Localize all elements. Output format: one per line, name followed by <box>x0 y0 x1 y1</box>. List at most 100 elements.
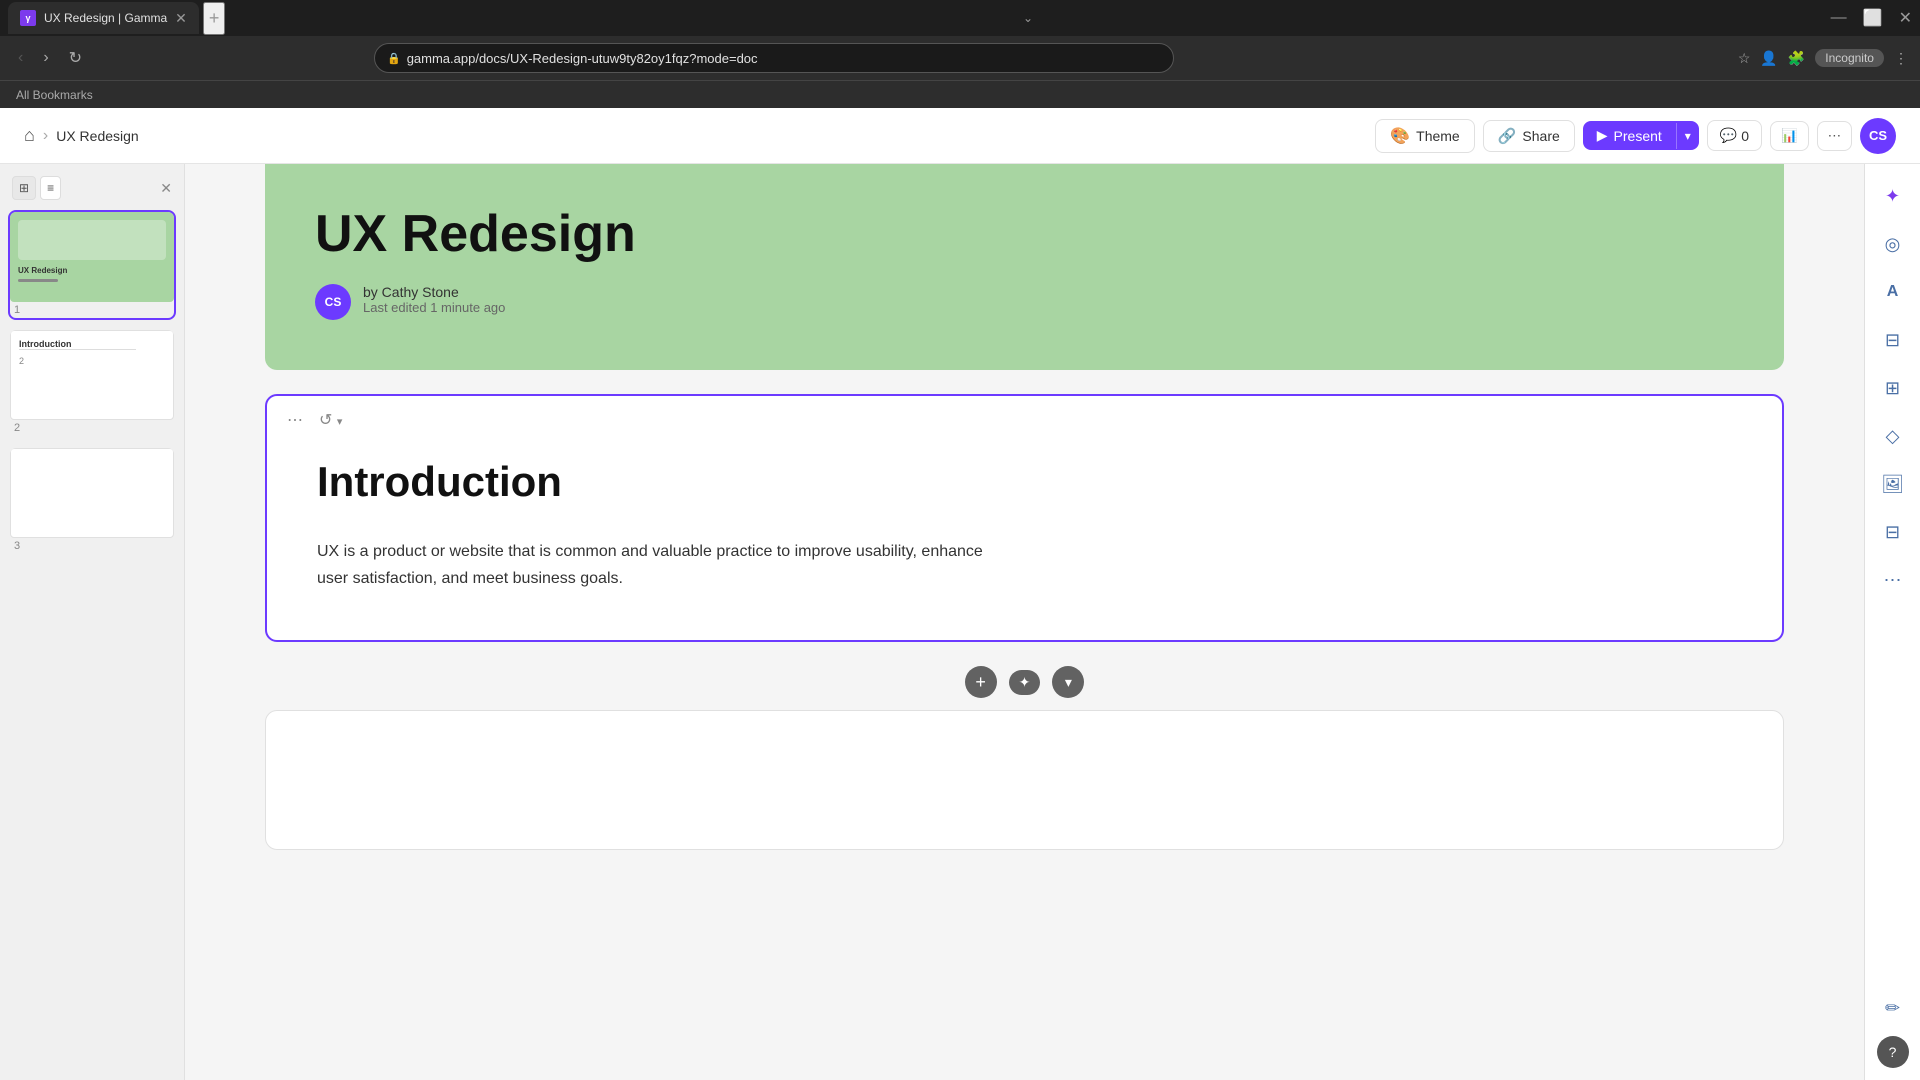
share-button[interactable]: 🔗 Share <box>1483 120 1575 152</box>
chevron-down-icon: ▾ <box>1065 674 1072 691</box>
maximize-button[interactable]: ⬜ <box>1863 8 1883 28</box>
slide-3-preview <box>10 448 174 538</box>
slide-2-thumb-title: Introduction <box>19 339 165 349</box>
card-heading: Introduction <box>317 458 1732 506</box>
more-icon: ⋯ <box>1828 128 1841 143</box>
reload-button[interactable]: ↻ <box>63 44 88 72</box>
plus-icon: + <box>975 672 986 693</box>
help-icon: ? <box>1889 1044 1897 1060</box>
slide-thumbnail-3[interactable]: 3 <box>8 446 176 556</box>
share-icon: 🔗 <box>1498 127 1517 145</box>
format-icon: ◎ <box>1885 234 1901 255</box>
browser-tab[interactable]: γ UX Redesign | Gamma ✕ <box>8 2 199 34</box>
slide-thumbnail-2[interactable]: Introduction 2 2 <box>8 328 176 438</box>
more-tool-button[interactable]: ⋯ <box>1873 560 1913 600</box>
new-tab-button[interactable]: + <box>203 2 226 35</box>
ssl-lock-icon: 🔒 <box>387 52 401 65</box>
author-name: by Cathy Stone <box>363 284 505 300</box>
document-title: UX Redesign <box>315 204 1734 264</box>
card-add-toolbar: + ✦ ▾ <box>185 666 1864 698</box>
play-icon: ▶ <box>1597 127 1608 144</box>
content-scroll: UX Redesign CS by Cathy Stone Last edite… <box>185 164 1864 890</box>
slide-2-thumb-line <box>19 349 136 350</box>
expand-button[interactable]: ▾ <box>1052 666 1084 698</box>
theme-button[interactable]: 🎨 Theme <box>1375 119 1475 153</box>
introduction-card: ⋯ ↺ ▾ Introduction UX is a product or we… <box>265 394 1784 642</box>
layout-tool-button[interactable]: ⊞ <box>1873 368 1913 408</box>
bookmarks-label: All Bookmarks <box>16 88 93 102</box>
share-label: Share <box>1522 128 1559 144</box>
add-card-button[interactable]: + <box>965 666 997 698</box>
forward-button[interactable]: › <box>37 45 54 71</box>
slide-3-number: 3 <box>10 538 174 554</box>
slide-1-thumb-title: UX Redesign <box>18 266 166 275</box>
image-icon: 🖼 <box>1881 474 1904 495</box>
analytics-button[interactable]: 📊 <box>1770 121 1809 151</box>
ai-tool-button[interactable]: ✦ <box>1873 176 1913 216</box>
move-icon: ✦ <box>1019 674 1031 691</box>
ai-icon: ✦ <box>1885 186 1900 207</box>
table-tool-button[interactable]: ⊟ <box>1873 512 1913 552</box>
shape-icon: ◇ <box>1886 426 1900 447</box>
sidebar-view-buttons: ⊞ ≡ <box>12 176 61 200</box>
comment-icon: 💬 <box>1720 127 1737 144</box>
url-text: gamma.app/docs/UX-Redesign-utuw9ty82oy1f… <box>407 51 758 66</box>
home-icon[interactable]: ⌂ <box>24 125 35 146</box>
close-tab-button[interactable]: ✕ <box>175 10 187 27</box>
extensions-icon[interactable]: 🧩 <box>1788 50 1805 67</box>
comment-count: 0 <box>1741 128 1749 144</box>
theme-icon: 🎨 <box>1390 126 1410 146</box>
comment-button[interactable]: 💬 0 <box>1707 120 1762 151</box>
profile-icon[interactable]: 👤 <box>1760 50 1777 67</box>
breadcrumb-separator: › <box>43 127 48 145</box>
grid-view-button[interactable]: ⊞ <box>12 176 36 200</box>
present-chevron[interactable]: ▾ <box>1676 123 1699 149</box>
last-edited-text: Last edited 1 minute ago <box>363 300 505 315</box>
close-button[interactable]: ✕ <box>1899 8 1912 28</box>
present-button[interactable]: ▶ Present ▾ <box>1583 121 1699 150</box>
edit-tool-button[interactable]: ✏ <box>1873 988 1913 1028</box>
card-tool-button[interactable]: ⊟ <box>1873 320 1913 360</box>
card-options-button[interactable]: ⋯ <box>283 406 307 434</box>
user-avatar-button[interactable]: CS <box>1860 118 1896 154</box>
breadcrumb: ⌂ › UX Redesign <box>24 125 139 146</box>
main-area: ⊞ ≡ ✕ UX Redesign 1 <box>0 164 1920 1080</box>
present-main[interactable]: ▶ Present <box>1583 121 1676 150</box>
content-area: UX Redesign CS by Cathy Stone Last edite… <box>185 164 1864 1080</box>
card-icon: ⊟ <box>1885 330 1900 351</box>
tab-title: UX Redesign | Gamma <box>44 11 167 25</box>
minimize-button[interactable]: — <box>1831 9 1847 27</box>
more-options-button[interactable]: ⋯ <box>1817 121 1852 151</box>
slide-1-thumb-decoration <box>18 279 58 282</box>
incognito-badge: Incognito <box>1815 49 1884 67</box>
dots-icon: ⋯ <box>287 412 303 429</box>
more-tools-icon: ⋯ <box>1884 570 1902 591</box>
bookmark-icon[interactable]: ☆ <box>1738 50 1751 67</box>
author-avatar: CS <box>315 284 351 320</box>
slide-2-thumb-num: 2 <box>19 356 165 366</box>
back-button[interactable]: ‹ <box>12 45 29 71</box>
slide-1-preview: UX Redesign <box>10 212 174 302</box>
breadcrumb-current: UX Redesign <box>56 128 139 144</box>
top-bar-actions: 🎨 Theme 🔗 Share ▶ Present ▾ 💬 0 📊 <box>1375 118 1896 154</box>
list-view-button[interactable]: ≡ <box>40 176 61 200</box>
menu-icon[interactable]: ⋮ <box>1894 50 1908 67</box>
tab-favicon: γ <box>20 10 36 26</box>
shape-tool-button[interactable]: ◇ <box>1873 416 1913 456</box>
right-sidebar: ✦ ◎ A ⊟ ⊞ ◇ 🖼 ⊟ ⋯ <box>1864 164 1920 1080</box>
text-tool-button[interactable]: A <box>1873 272 1913 312</box>
card-body: UX is a product or website that is commo… <box>317 538 1017 592</box>
move-card-button[interactable]: ✦ <box>1009 670 1041 695</box>
slide-thumbnail-1[interactable]: UX Redesign 1 <box>8 210 176 320</box>
card-rotate-button[interactable]: ↺ ▾ <box>315 406 346 434</box>
card-content: Introduction UX is a product or website … <box>267 434 1782 640</box>
browser-chrome: γ UX Redesign | Gamma ✕ + ⌄ — ⬜ ✕ ‹ › ↻ … <box>0 0 1920 108</box>
top-bar: ⌂ › UX Redesign 🎨 Theme 🔗 Share ▶ Presen… <box>0 108 1920 164</box>
help-button[interactable]: ? <box>1877 1036 1909 1068</box>
image-tool-button[interactable]: 🖼 <box>1873 464 1913 504</box>
sidebar-header: ⊞ ≡ ✕ <box>8 176 176 200</box>
empty-card <box>265 710 1784 850</box>
layout-icon: ⊞ <box>1885 378 1900 399</box>
format-tool-button[interactable]: ◎ <box>1873 224 1913 264</box>
sidebar-close-button[interactable]: ✕ <box>160 180 172 197</box>
